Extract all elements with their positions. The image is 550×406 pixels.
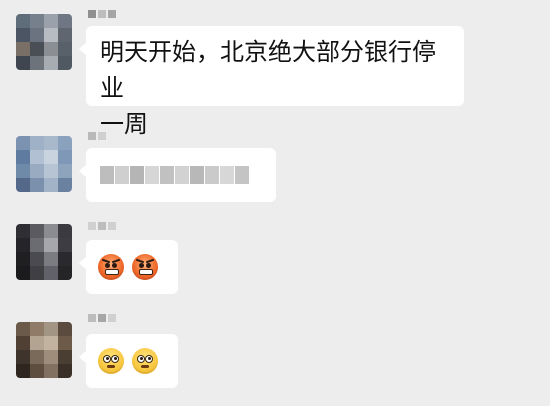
avatar[interactable]	[16, 322, 72, 378]
chat-log: 明天开始，北京绝大部分银行停业 一周	[0, 0, 550, 406]
eye-icon	[112, 263, 117, 268]
mouth-icon	[105, 269, 119, 275]
eye-icon	[139, 263, 145, 268]
angry-face-icon	[132, 254, 159, 280]
sender-name-redacted	[88, 10, 116, 24]
pupil-icon	[140, 357, 144, 360]
eye-icon	[146, 263, 152, 268]
rolling-eyes-face-icon	[98, 348, 124, 374]
message-bubble[interactable]	[79, 240, 178, 294]
message-bubble[interactable]	[79, 148, 276, 202]
rolling-eyes-face-icon	[132, 348, 159, 374]
avatar[interactable]	[16, 224, 72, 280]
pupil-icon	[106, 357, 109, 360]
sender-name-redacted	[88, 132, 106, 146]
sender-name-redacted	[88, 222, 116, 236]
eye-icon	[137, 355, 146, 363]
chat-message	[0, 310, 550, 406]
eye-icon	[145, 355, 154, 363]
avatar-mosaic	[16, 14, 72, 70]
mouth-icon	[107, 365, 115, 368]
avatar[interactable]	[16, 136, 72, 192]
eye-icon	[105, 263, 110, 268]
message-text-redacted	[100, 157, 262, 193]
chat-message: 明天开始，北京绝大部分银行停业 一周	[0, 0, 550, 138]
message-bubble[interactable]	[79, 334, 178, 388]
mouth-icon	[141, 365, 150, 368]
avatar-mosaic	[16, 136, 72, 192]
avatar[interactable]	[16, 14, 72, 70]
chat-message	[0, 214, 550, 309]
pupil-icon	[114, 357, 117, 360]
avatar-mosaic	[16, 224, 72, 280]
eye-icon	[103, 355, 111, 363]
chat-message	[0, 126, 550, 216]
mouth-icon	[139, 269, 154, 275]
sender-name-redacted	[88, 314, 116, 328]
pupil-icon	[148, 357, 152, 360]
eye-icon	[111, 355, 119, 363]
message-bubble[interactable]: 明天开始，北京绝大部分银行停业 一周	[79, 26, 464, 138]
angry-face-icon	[98, 254, 124, 280]
avatar-mosaic	[16, 322, 72, 378]
